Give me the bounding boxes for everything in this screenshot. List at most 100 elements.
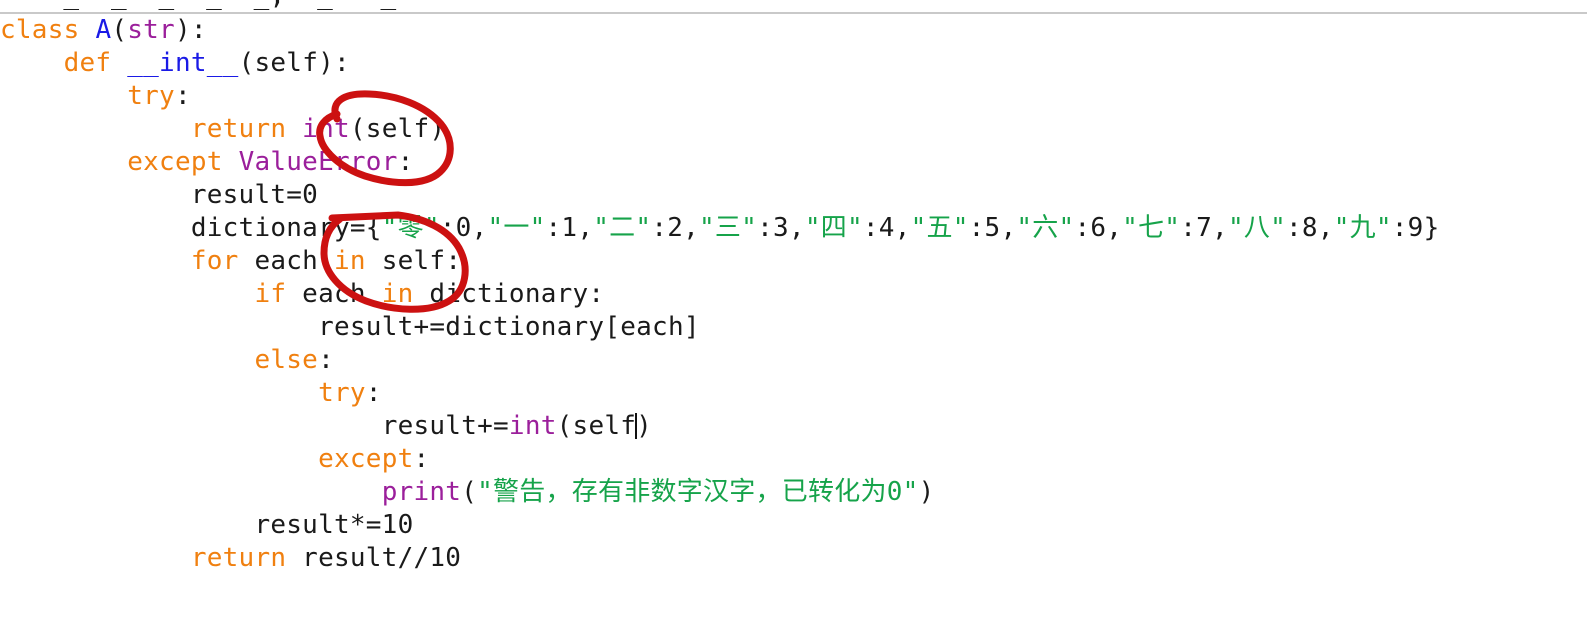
code-token-string: "零": [381, 213, 440, 243]
code-line[interactable]: result+=int(self): [0, 410, 1587, 443]
code-token-plain: :5,: [968, 213, 1017, 243]
code-line[interactable]: return result//10: [0, 542, 1587, 575]
code-token-plain: :: [174, 81, 191, 111]
code-line[interactable]: dictionary={"零":0,"一":1,"二":2,"三":3,"四":…: [0, 212, 1587, 245]
code-token-keyword: try: [127, 81, 175, 111]
code-token-plain: (: [111, 15, 128, 45]
code-line[interactable]: if each in dictionary:: [0, 278, 1587, 311]
code-token-keyword: except: [318, 444, 414, 474]
code-token-string: "三": [699, 213, 758, 243]
code-token-string: "七": [1122, 213, 1181, 243]
code-token-keyword: in: [381, 279, 414, 309]
code-token-plain: (: [461, 477, 478, 507]
code-line[interactable]: else:: [0, 344, 1587, 377]
code-token-plain: ): [918, 477, 935, 507]
code-token-plain: :2,: [651, 213, 700, 243]
code-token-keyword: def: [63, 48, 112, 78]
code-token-keyword: class: [0, 15, 80, 45]
code-token-plain: :4,: [862, 213, 911, 243]
code-token-plain: :3,: [757, 213, 805, 243]
code-line[interactable]: class A(str):: [0, 14, 1587, 47]
code-token-plain: result+=: [381, 411, 509, 441]
code-token-string: "九": [1333, 213, 1392, 243]
code-editor-screenshot: _ _ _ _ _, _ _ class A(str): def __int__…: [0, 0, 1587, 623]
code-token-plain: result+=dictionary[each]: [318, 312, 700, 342]
code-text-area[interactable]: class A(str): def __int__(self): try: re…: [0, 14, 1587, 623]
code-token-plain: :1,: [545, 213, 594, 243]
code-token-keyword: except: [127, 147, 223, 177]
code-token-keyword: return: [190, 543, 287, 573]
code-token-string: "六": [1016, 213, 1075, 243]
code-token-plain: :: [413, 444, 430, 474]
code-token-plain: :8,: [1286, 213, 1334, 243]
code-token-plain: :6,: [1074, 213, 1123, 243]
clipped-previous-line: _ _ _ _ _, _ _: [0, 0, 1587, 12]
code-line[interactable]: except ValueError:: [0, 146, 1587, 179]
code-token-plain: each: [286, 279, 382, 309]
code-token-keyword: for: [190, 246, 239, 276]
clipped-previous-line-text: _ _ _ _ _, _ _: [0, 0, 396, 12]
code-token-builtin: int: [302, 114, 350, 144]
code-token-string: "警告，存有非数字汉字，已转化为0": [477, 477, 919, 507]
code-token-plain: :: [318, 345, 334, 375]
code-token-keyword: return: [190, 114, 287, 144]
code-line[interactable]: try:: [0, 80, 1587, 113]
code-token-builtin: print: [381, 477, 462, 507]
code-token-builtin: int: [508, 411, 557, 441]
code-token-plain: result//10: [286, 543, 462, 573]
code-token-keyword: in: [333, 246, 366, 276]
code-line[interactable]: for each in self:: [0, 245, 1587, 278]
code-line[interactable]: except:: [0, 443, 1587, 476]
code-token-keyword: else: [254, 345, 319, 375]
code-token-builtin: str: [127, 15, 175, 45]
code-token-plain: :7,: [1180, 213, 1228, 243]
code-token-string: "五": [910, 213, 969, 243]
code-token-string: "二": [593, 213, 652, 243]
code-line[interactable]: return int(self): [0, 113, 1587, 146]
code-token-definition: A: [95, 15, 112, 45]
code-token-plain: :9}: [1391, 213, 1440, 243]
code-token-plain: result*=10: [254, 510, 414, 540]
code-line[interactable]: def __int__(self):: [0, 47, 1587, 80]
code-token-plain: dictionary:: [413, 279, 605, 309]
code-token-plain: self:: [365, 246, 462, 276]
code-token-string: "四": [804, 213, 863, 243]
code-line[interactable]: result=0: [0, 179, 1587, 212]
code-line[interactable]: print("警告，存有非数字汉字，已转化为0"): [0, 476, 1587, 509]
code-line[interactable]: result*=10: [0, 509, 1587, 542]
code-token-plain: (self): [349, 114, 446, 144]
code-token-plain: :: [365, 378, 382, 408]
code-token-plain: ): [636, 411, 653, 441]
code-token-plain: :: [397, 147, 414, 177]
code-token-plain: (self):: [238, 48, 350, 78]
code-token-plain: result=0: [190, 180, 319, 210]
code-token-definition: __int__: [127, 48, 239, 78]
code-token-keyword: try: [318, 378, 366, 408]
code-token-string: "一": [487, 213, 546, 243]
code-line[interactable]: result+=dictionary[each]: [0, 311, 1587, 344]
code-token-plain: each: [238, 246, 334, 276]
code-token-builtin: ValueError: [238, 147, 398, 177]
code-line[interactable]: try:: [0, 377, 1587, 410]
code-token-plain: (self: [556, 411, 637, 441]
